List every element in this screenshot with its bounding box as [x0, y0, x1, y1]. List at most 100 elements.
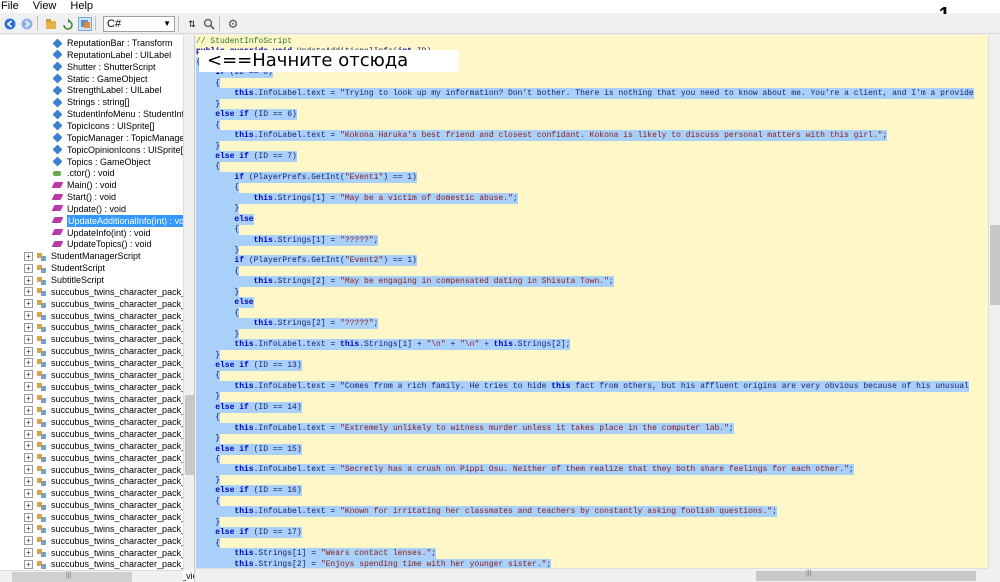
- tree-class-row[interactable]: + succubus_twins_character_pack_sce: [24, 321, 194, 333]
- code-line[interactable]: this.InfoLabel.text = this.Strings[1] + …: [196, 339, 571, 351]
- tree-member-row[interactable]: Main() : void: [52, 179, 117, 191]
- code-line[interactable]: this.Strings[2] = "May be engaging in co…: [196, 276, 614, 288]
- expand-icon[interactable]: +: [24, 334, 33, 344]
- tree-member-row[interactable]: .ctor() : void: [52, 167, 115, 179]
- expand-icon[interactable]: +: [24, 476, 33, 486]
- tree-class-row[interactable]: + SubtitleScript: [24, 274, 104, 286]
- code-line[interactable]: this.InfoLabel.text = "Kokona Haruka's b…: [196, 130, 888, 142]
- search-icon[interactable]: [202, 17, 216, 31]
- scroll-thumb[interactable]: [756, 571, 976, 581]
- code-line[interactable]: this.InfoLabel.text = "Known for irritat…: [196, 506, 777, 518]
- tree-member-row[interactable]: Strings : string[]: [52, 96, 130, 108]
- code-line[interactable]: }: [196, 349, 221, 361]
- tree-class-row[interactable]: + succubus_twins_character_pack_suc: [24, 345, 194, 357]
- expand-icon[interactable]: +: [24, 275, 33, 285]
- tree-class-row[interactable]: + succubus_twins_character_pack_vie: [24, 547, 194, 559]
- code-line[interactable]: // StudentInfoScript: [196, 36, 292, 47]
- code-line[interactable]: else if (ID == 7): [196, 150, 297, 162]
- tree-class-row[interactable]: + succubus_twins_character_pack_sec: [24, 333, 194, 345]
- tree-class-row[interactable]: + succubus_twins_character_pack_vie: [24, 487, 194, 499]
- expand-icon[interactable]: +: [24, 287, 33, 297]
- expand-icon[interactable]: +: [24, 382, 33, 392]
- expand-icon[interactable]: +: [24, 322, 33, 332]
- expand-icon[interactable]: +: [24, 358, 33, 368]
- code-line[interactable]: }: [196, 286, 240, 298]
- code-line[interactable]: }: [196, 391, 221, 403]
- tree-class-row[interactable]: + succubus_twins_character_pack_vie: [24, 464, 194, 476]
- tree-member-row[interactable]: TopicManager : TopicManagerS: [52, 132, 193, 144]
- scroll-thumb[interactable]: [12, 572, 132, 582]
- menu-view[interactable]: View: [32, 0, 62, 13]
- menu-file[interactable]: File: [0, 0, 24, 13]
- tree-class-row[interactable]: + StudentManagerScript: [24, 250, 141, 262]
- code-line[interactable]: this.Strings[2] = "Enjoys spending time …: [196, 558, 552, 568]
- language-select[interactable]: C# ▼: [103, 15, 175, 32]
- code-line[interactable]: this.InfoLabel.text = "Comes from a rich…: [196, 380, 969, 392]
- expand-icon[interactable]: +: [24, 500, 33, 510]
- tree-class-row[interactable]: + succubus_twins_character_pack_my: [24, 298, 194, 310]
- settings-icon[interactable]: ⚙: [226, 17, 240, 31]
- tree-class-row[interactable]: + succubus_twins_character_pack_suc: [24, 452, 194, 464]
- tree-class-row[interactable]: + succubus_twins_character_pack_suc: [24, 416, 194, 428]
- expand-icon[interactable]: +: [24, 370, 33, 380]
- code-line[interactable]: this.InfoLabel.text = "Extremely unlikel…: [196, 422, 734, 434]
- code-line[interactable]: }: [196, 245, 240, 256]
- tree-member-row[interactable]: Update() : void: [52, 203, 126, 215]
- tree-class-row[interactable]: + succubus_twins_character_pack_vie: [24, 475, 194, 487]
- code-line[interactable]: else if (ID == 15): [196, 443, 302, 455]
- code-line[interactable]: }: [196, 328, 240, 340]
- code-line[interactable]: {: [196, 412, 221, 424]
- expand-icon[interactable]: +: [24, 548, 33, 558]
- code-line[interactable]: else: [196, 213, 254, 225]
- code-line[interactable]: {: [196, 119, 221, 131]
- expand-icon[interactable]: +: [24, 465, 33, 475]
- assembly-tree[interactable]: ReputationBar : Transform ReputationLabel…: [0, 35, 195, 582]
- expand-icon[interactable]: +: [24, 405, 33, 415]
- sort-icon[interactable]: ⇅: [185, 17, 199, 31]
- tree-member-row[interactable]: ReputationBar : Transform: [52, 37, 173, 49]
- code-line[interactable]: {: [196, 224, 240, 236]
- code-line[interactable]: {: [196, 454, 221, 465]
- tree-class-row[interactable]: + succubus_twins_character_pack_rig: [24, 310, 194, 322]
- tree-class-row[interactable]: + succubus_twins_character_pack_suc: [24, 369, 194, 381]
- code-line[interactable]: {: [196, 77, 221, 89]
- code-line[interactable]: }: [196, 98, 221, 110]
- tree-member-row[interactable]: UpdateTopics() : void: [52, 238, 152, 250]
- expand-icon[interactable]: +: [24, 299, 33, 309]
- expand-icon[interactable]: +: [24, 429, 33, 439]
- tree-member-row[interactable]: Shutter : ShutterScript: [52, 61, 156, 73]
- tree-class-row[interactable]: + succubus_twins_character_pack_suc: [24, 404, 194, 416]
- code-line[interactable]: {: [196, 307, 240, 319]
- code-line[interactable]: }: [196, 516, 221, 528]
- expand-icon[interactable]: +: [24, 453, 33, 463]
- code-editor[interactable]: // StudentInfoScriptpublic override void…: [196, 35, 988, 568]
- expand-icon[interactable]: +: [24, 251, 33, 261]
- expand-icon[interactable]: +: [24, 524, 33, 534]
- tree-member-row[interactable]: TopicIcons : UISprite[]: [52, 120, 155, 132]
- tree-member-row[interactable]: UpdateInfo(int) : void: [52, 227, 151, 239]
- tree-member-row[interactable]: UpdateAdditionalInfo(int) : void: [52, 214, 193, 227]
- code-line[interactable]: else if (ID == 14): [196, 401, 302, 413]
- code-line[interactable]: else if (ID == 16): [196, 485, 302, 497]
- expand-icon[interactable]: +: [24, 417, 33, 427]
- code-line[interactable]: if (PlayerPrefs.GetInt("Event2") == 1): [196, 255, 417, 267]
- expand-icon[interactable]: +: [24, 536, 33, 546]
- expand-icon[interactable]: +: [24, 441, 33, 451]
- expand-icon[interactable]: +: [24, 488, 33, 498]
- code-line[interactable]: {: [196, 370, 221, 382]
- code-line[interactable]: else: [196, 297, 254, 309]
- tree-class-row[interactable]: + succubus_twins_character_pack_suc: [24, 381, 194, 393]
- code-line[interactable]: }: [196, 433, 221, 445]
- tree-class-row[interactable]: + succubus_twins_character_pack_vie: [24, 535, 194, 547]
- expand-icon[interactable]: +: [24, 346, 33, 356]
- tree-class-row[interactable]: + succubus_twins_character_pack_ma: [24, 286, 194, 298]
- code-line[interactable]: {: [196, 537, 221, 549]
- forward-icon[interactable]: [20, 17, 34, 31]
- tree-class-row[interactable]: + StudentScript: [24, 262, 105, 274]
- code-vertical-scrollbar[interactable]: [988, 35, 1000, 568]
- code-line[interactable]: this.Strings[1] = "Wears contact lenses.…: [196, 548, 437, 560]
- tree-class-row[interactable]: + succubus_twins_character_pack_vie: [24, 523, 194, 535]
- code-line[interactable]: }: [196, 474, 221, 486]
- expand-icon[interactable]: +: [24, 311, 33, 321]
- code-line[interactable]: this.Strings[2] = "?????";: [196, 318, 379, 330]
